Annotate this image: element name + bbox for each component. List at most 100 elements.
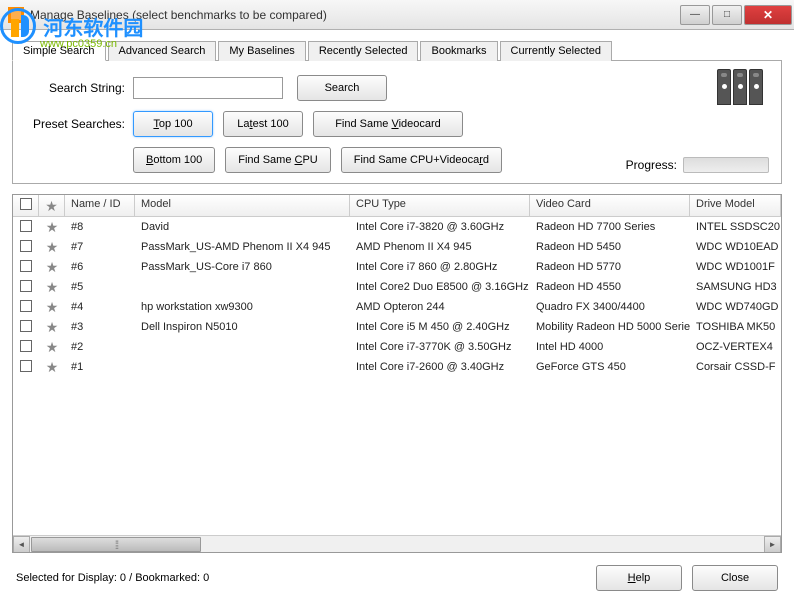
cell-video: Radeon HD 5770 xyxy=(530,260,690,274)
table-row[interactable]: ★#2Intel Core i7-3770K @ 3.50GHzIntel HD… xyxy=(13,337,781,357)
search-string-label: Search String: xyxy=(25,81,125,95)
cell-cpu: AMD Phenom II X4 945 xyxy=(350,240,530,254)
row-checkbox[interactable] xyxy=(13,299,39,316)
cell-id: #7 xyxy=(65,240,135,254)
row-star[interactable]: ★ xyxy=(39,338,65,357)
row-star[interactable]: ★ xyxy=(39,318,65,337)
row-checkbox[interactable] xyxy=(13,219,39,236)
cell-id: #2 xyxy=(65,340,135,354)
cell-video: Radeon HD 5450 xyxy=(530,240,690,254)
cell-model: PassMark_US-Core i7 860 xyxy=(135,260,350,274)
header-model[interactable]: Model xyxy=(135,195,350,216)
table-row[interactable]: ★#8DavidIntel Core i7-3820 @ 3.60GHzRade… xyxy=(13,217,781,237)
top-100-button[interactable]: Top 100 xyxy=(133,111,213,137)
bottom-100-button[interactable]: Bottom 100 xyxy=(133,147,215,173)
tab-bookmarks[interactable]: Bookmarks xyxy=(420,41,497,61)
row-star[interactable]: ★ xyxy=(39,278,65,297)
maximize-button[interactable]: □ xyxy=(712,5,742,25)
window-close-button[interactable]: ✕ xyxy=(744,5,792,25)
app-icon xyxy=(8,7,24,23)
tab-simple-search[interactable]: Simple Search xyxy=(12,41,106,61)
row-star[interactable]: ★ xyxy=(39,238,65,257)
cell-video: Quadro FX 3400/4400 xyxy=(530,300,690,314)
cell-id: #6 xyxy=(65,260,135,274)
cell-drive: Corsair CSSD-F xyxy=(690,360,781,374)
cell-model: Dell Inspiron N5010 xyxy=(135,320,350,334)
progress-bar xyxy=(683,157,769,173)
cell-cpu: Intel Core i7-3820 @ 3.60GHz xyxy=(350,220,530,234)
cell-id: #1 xyxy=(65,360,135,374)
tab-currently-selected[interactable]: Currently Selected xyxy=(500,41,613,61)
cell-id: #4 xyxy=(65,300,135,314)
footer: Selected for Display: 0 / Bookmarked: 0 … xyxy=(12,553,782,591)
table-header: ★ Name / ID Model CPU Type Video Card Dr… xyxy=(13,195,781,217)
close-button[interactable]: Close xyxy=(692,565,778,591)
cell-model xyxy=(135,286,350,288)
cell-drive: OCZ-VERTEX4 xyxy=(690,340,781,354)
tab-my-baselines[interactable]: My Baselines xyxy=(218,41,305,61)
cell-model xyxy=(135,366,350,368)
table-body: ★#8DavidIntel Core i7-3820 @ 3.60GHzRade… xyxy=(13,217,781,534)
row-star[interactable]: ★ xyxy=(39,358,65,377)
cell-cpu: AMD Opteron 244 xyxy=(350,300,530,314)
progress-label: Progress: xyxy=(626,158,677,172)
header-drive[interactable]: Drive Model xyxy=(690,195,781,216)
selection-status: Selected for Display: 0 / Bookmarked: 0 xyxy=(16,572,586,584)
row-checkbox[interactable] xyxy=(13,279,39,296)
row-checkbox[interactable] xyxy=(13,239,39,256)
row-star[interactable]: ★ xyxy=(39,298,65,317)
scroll-right-button[interactable]: ► xyxy=(764,536,781,553)
results-table: ★ Name / ID Model CPU Type Video Card Dr… xyxy=(12,194,782,553)
search-input[interactable] xyxy=(133,77,283,99)
help-button[interactable]: Help xyxy=(596,565,682,591)
cell-model: hp workstation xw9300 xyxy=(135,300,350,314)
header-cpu[interactable]: CPU Type xyxy=(350,195,530,216)
table-row[interactable]: ★#4hp workstation xw9300AMD Opteron 244Q… xyxy=(13,297,781,317)
find-same-cpu-button[interactable]: Find Same CPU xyxy=(225,147,330,173)
horizontal-scrollbar[interactable]: ◄ ► xyxy=(13,535,781,552)
cell-video: Mobility Radeon HD 5000 Series xyxy=(530,320,690,334)
header-name-id[interactable]: Name / ID xyxy=(65,195,135,216)
cell-model: David xyxy=(135,220,350,234)
cell-id: #3 xyxy=(65,320,135,334)
row-checkbox[interactable] xyxy=(13,339,39,356)
row-checkbox[interactable] xyxy=(13,259,39,276)
tab-recently-selected[interactable]: Recently Selected xyxy=(308,41,419,61)
table-row[interactable]: ★#7PassMark_US-AMD Phenom II X4 945AMD P… xyxy=(13,237,781,257)
cell-id: #5 xyxy=(65,280,135,294)
scroll-left-button[interactable]: ◄ xyxy=(13,536,30,553)
header-star[interactable]: ★ xyxy=(39,195,65,216)
table-row[interactable]: ★#6PassMark_US-Core i7 860Intel Core i7 … xyxy=(13,257,781,277)
find-same-cpu-videocard-button[interactable]: Find Same CPU+Videocard xyxy=(341,147,502,173)
preset-searches-label: Preset Searches: xyxy=(25,117,125,131)
row-checkbox[interactable] xyxy=(13,359,39,376)
cell-video: Radeon HD 7700 Series xyxy=(530,220,690,234)
row-checkbox[interactable] xyxy=(13,319,39,336)
table-row[interactable]: ★#3Dell Inspiron N5010Intel Core i5 M 45… xyxy=(13,317,781,337)
tab-advanced-search[interactable]: Advanced Search xyxy=(108,41,217,61)
row-star[interactable]: ★ xyxy=(39,218,65,237)
cell-cpu: Intel Core i7 860 @ 2.80GHz xyxy=(350,260,530,274)
row-star[interactable]: ★ xyxy=(39,258,65,277)
search-button[interactable]: Search xyxy=(297,75,387,101)
tab-bar: Simple Search Advanced Search My Baselin… xyxy=(12,40,782,61)
cell-drive: WDC WD1001F xyxy=(690,260,781,274)
table-row[interactable]: ★#5Intel Core2 Duo E8500 @ 3.16GHzRadeon… xyxy=(13,277,781,297)
cell-cpu: Intel Core i7-2600 @ 3.40GHz xyxy=(350,360,530,374)
header-checkbox[interactable] xyxy=(13,195,39,216)
latest-100-button[interactable]: Latest 100 xyxy=(223,111,303,137)
find-same-videocard-button[interactable]: Find Same Videocard xyxy=(313,111,463,137)
cell-id: #8 xyxy=(65,220,135,234)
search-panel: Search String: Search Preset Searches: T… xyxy=(12,61,782,184)
cell-drive: TOSHIBA MK50 xyxy=(690,320,781,334)
cell-cpu: Intel Core i5 M 450 @ 2.40GHz xyxy=(350,320,530,334)
binders-icon xyxy=(717,69,765,113)
minimize-button[interactable]: — xyxy=(680,5,710,25)
table-row[interactable]: ★#1Intel Core i7-2600 @ 3.40GHzGeForce G… xyxy=(13,357,781,377)
scroll-thumb[interactable] xyxy=(31,537,201,552)
cell-drive: WDC WD10EAD xyxy=(690,240,781,254)
header-video[interactable]: Video Card xyxy=(530,195,690,216)
cell-drive: SAMSUNG HD3 xyxy=(690,280,781,294)
cell-model xyxy=(135,346,350,348)
cell-drive: WDC WD740GD xyxy=(690,300,781,314)
